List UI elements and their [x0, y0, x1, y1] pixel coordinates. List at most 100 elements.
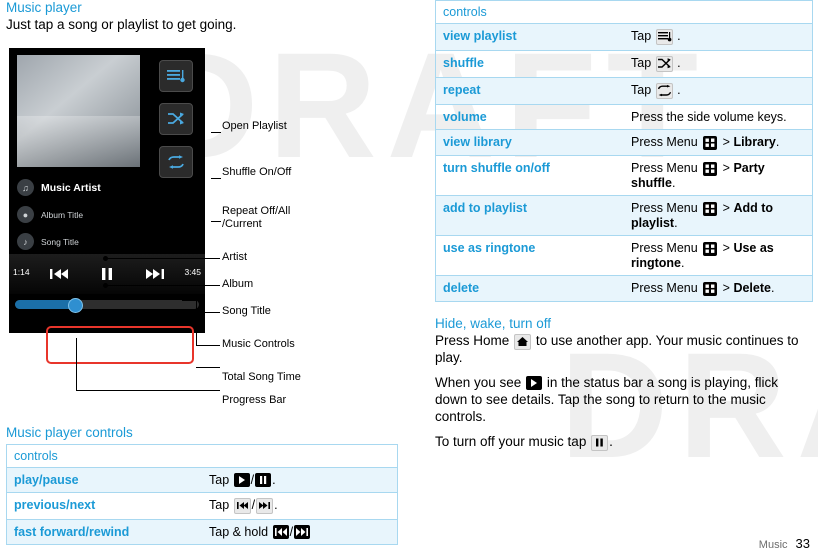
- row-value-bold: Library: [733, 135, 776, 149]
- menu-icon: [703, 282, 718, 296]
- leader-line: [196, 299, 197, 345]
- menu-icon: [703, 162, 718, 176]
- paragraph-turnoff: To turn off your music tap .: [435, 434, 813, 451]
- row-key: view playlist: [435, 23, 624, 51]
- row-value: Press Menu > Add to playlist.: [624, 195, 813, 236]
- table-row: play/pause Tap / .: [6, 466, 398, 493]
- paragraph-home: Press Home to use another app. Your musi…: [435, 333, 813, 367]
- table-row: shuffle Tap .: [435, 50, 813, 78]
- callout-open-playlist: Open Playlist: [222, 119, 287, 132]
- row-value: Press the side volume keys.: [624, 104, 813, 130]
- shuffle-icon: [655, 56, 673, 72]
- row-value: Tap .: [624, 23, 813, 51]
- next-button[interactable]: [139, 262, 171, 286]
- row-value-text: Tap: [631, 56, 652, 70]
- table-row: volume Press the side volume keys.: [435, 104, 813, 130]
- paragraph-status-a: When you see: [435, 374, 522, 390]
- pause-icon: [255, 472, 272, 487]
- phone-graphic: ♫ Music Artist ● Album Title ♪ Song Titl…: [9, 47, 205, 333]
- album-row: ● Album Title: [17, 203, 197, 227]
- controls-highlight-box: [46, 325, 194, 364]
- table-header-row: controls: [6, 444, 398, 468]
- row-value-suffix: .: [671, 176, 676, 190]
- callout-song-title: Song Title: [222, 304, 271, 317]
- row-value: Tap / .: [202, 466, 398, 493]
- row-key: play/pause: [6, 466, 202, 493]
- menu-icon: [703, 202, 718, 216]
- leader-line: [76, 337, 77, 390]
- paragraph-turnoff-b: .: [609, 433, 613, 449]
- table-row: view library Press Menu > Library.: [435, 129, 813, 156]
- row-key: previous/next: [6, 491, 202, 520]
- artist-label: Music Artist: [41, 181, 101, 194]
- table-row: add to playlist Press Menu > Add to play…: [435, 195, 813, 236]
- hide-wake-heading: Hide, wake, turn off: [435, 316, 552, 331]
- intro-paragraph: Just tap a song or playlist to get going…: [6, 17, 237, 32]
- right-controls-table: controls view playlist Tap . shuffle Tap: [435, 0, 813, 302]
- footer-label: Music: [758, 539, 788, 551]
- row-key: fast forward/rewind: [6, 518, 202, 545]
- repeat-icon: [167, 155, 185, 169]
- row-value-arrow: >: [722, 161, 734, 175]
- open-playlist-button[interactable]: [159, 59, 193, 92]
- music-player-controls-heading: Music player controls: [6, 424, 133, 440]
- row-value-suffix: .: [677, 56, 681, 70]
- table-header-controls: controls: [6, 444, 398, 468]
- leader-line: [76, 389, 220, 391]
- right-column: controls view playlist Tap . shuffle Tap: [435, 0, 813, 459]
- album-label: Album Title: [41, 209, 84, 220]
- leader-line: [106, 284, 220, 286]
- play-status-icon: [526, 375, 543, 390]
- page-title: Music player: [6, 0, 82, 15]
- table-row: turn shuffle on/off Press Menu > Party s…: [435, 155, 813, 196]
- previous-button[interactable]: [43, 262, 75, 286]
- paragraph-turnoff-a: To turn off your music tap: [435, 433, 587, 449]
- total-time: 3:45: [184, 266, 201, 277]
- menu-icon: [703, 242, 718, 256]
- row-value-arrow: >: [722, 201, 734, 215]
- album-icon: ●: [17, 206, 34, 224]
- manual-page: Music player Just tap a song or playlist…: [0, 0, 818, 555]
- shuffle-button[interactable]: [159, 102, 193, 135]
- row-value-text: Press Menu: [631, 201, 698, 215]
- leader-line: [211, 131, 221, 133]
- row-value-suffix: .: [677, 29, 681, 43]
- row-value: Tap & hold /: [202, 518, 398, 545]
- fast-forward-icon: [294, 524, 311, 539]
- row-value: Press Menu > Party shuffle.: [624, 155, 813, 196]
- music-player-illustration: ♫ Music Artist ● Album Title ♪ Song Titl…: [6, 42, 398, 406]
- leader-dot: [103, 282, 108, 288]
- row-value-suffix: .: [681, 256, 685, 270]
- paragraph-status: When you see in the status bar a song is…: [435, 375, 813, 426]
- row-value-text: Press Menu: [631, 281, 698, 295]
- paragraph-home-a: Press Home: [435, 333, 510, 348]
- row-value-suffix: .: [274, 497, 278, 512]
- row-value-suffix: .: [272, 472, 276, 487]
- progress-bar[interactable]: [15, 297, 199, 313]
- table-header-controls: controls: [435, 0, 813, 24]
- row-value-bold: Delete: [733, 281, 771, 295]
- elapsed-time: 1:14: [13, 266, 30, 277]
- table-row: repeat Tap .: [435, 77, 813, 105]
- playlist-icon: [655, 29, 673, 45]
- leader-line: [211, 220, 221, 222]
- page-number: 33: [795, 536, 810, 551]
- progress-knob[interactable]: [68, 297, 83, 313]
- previous-icon: [233, 497, 251, 514]
- leader-line: [119, 311, 220, 313]
- album-art: [17, 54, 140, 167]
- pause-button[interactable]: [91, 262, 123, 286]
- row-key: volume: [435, 104, 624, 130]
- row-value: Tap / .: [202, 491, 398, 520]
- row-value-text: Press Menu: [631, 241, 698, 255]
- row-key: repeat: [435, 77, 624, 105]
- row-value-suffix: .: [775, 135, 780, 149]
- song-row: ♪ Song Title: [17, 230, 197, 254]
- pause-icon: [591, 434, 609, 451]
- row-key: delete: [435, 275, 624, 302]
- playlist-icon: [167, 69, 185, 83]
- next-icon: [256, 497, 274, 514]
- row-value: Press Menu > Use as ringtone.: [624, 235, 813, 276]
- repeat-button[interactable]: [159, 145, 193, 178]
- leader-line: [211, 177, 221, 179]
